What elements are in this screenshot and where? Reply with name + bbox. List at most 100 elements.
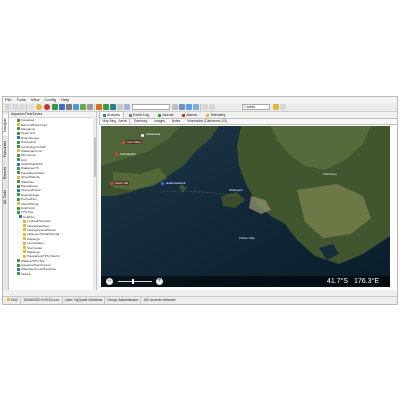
map-view[interactable]: Akatarawa Hutt Valley Paekakariki Karori… — [101, 126, 390, 287]
site-icon — [17, 171, 20, 175]
refresh-icon[interactable] — [5, 104, 11, 110]
period-value: 1 week — [244, 105, 256, 109]
status-user: User: HyQuest Solutions — [63, 296, 106, 304]
map-pin[interactable] — [115, 153, 118, 156]
map-control-bar: − + 41.7°S 176.3°E — [101, 276, 390, 287]
info-icon[interactable] — [186, 104, 192, 110]
site-icon — [17, 206, 20, 210]
pin-label: Akatarawa — [146, 132, 161, 136]
folder-icon — [23, 246, 26, 250]
options-icon[interactable] — [172, 104, 178, 110]
zoom-slider[interactable] — [118, 281, 152, 283]
scrollbar-thumb[interactable] — [93, 137, 96, 177]
status-records: 100 records retrieved — [143, 297, 176, 302]
zoom-icon[interactable] — [124, 104, 130, 110]
station-icon[interactable] — [110, 104, 116, 110]
subtab-3[interactable]: Notes — [168, 118, 183, 124]
map-pin[interactable] — [161, 182, 164, 185]
alarm-icon[interactable] — [44, 104, 50, 110]
settings-icon[interactable] — [117, 104, 123, 110]
moon-icon[interactable] — [28, 104, 34, 110]
folder-icon — [23, 228, 26, 232]
subtab-1[interactable]: Summary — [130, 118, 151, 124]
nav-back-icon[interactable] — [202, 104, 208, 110]
site-icon — [17, 188, 20, 192]
tree-list: Kaiwaiwai Barron/Whitenhead Mangaone Upper … — [9, 118, 96, 276]
zoom-slider-thumb[interactable] — [132, 279, 134, 284]
status-datetime: 10/06/2020 9:03:53 a.m. — [21, 296, 64, 304]
water-icon[interactable] — [73, 104, 79, 110]
subtab-4[interactable]: Information (Catchment 1/2) — [184, 118, 231, 124]
tab-event-log[interactable]: Event Log — [125, 111, 153, 118]
site-icon — [17, 263, 20, 267]
map-pin[interactable] — [122, 141, 125, 144]
site-icon — [17, 162, 20, 166]
chart-icon[interactable] — [52, 104, 58, 110]
site-icon — [17, 145, 20, 149]
status-code: DNC — [11, 297, 19, 302]
site-icon — [17, 127, 20, 131]
status-group: Group: Administrator — [105, 296, 142, 304]
tab-icon — [157, 113, 161, 117]
site-icon — [19, 215, 22, 219]
nav-forward-icon[interactable] — [209, 104, 215, 110]
site-icon — [17, 166, 20, 170]
vtab-reports[interactable]: Reports — [3, 162, 8, 184]
export-icon[interactable] — [96, 104, 102, 110]
vtab-navigate[interactable]: Navigate — [3, 114, 8, 136]
latitude-readout: 41.7°S — [327, 278, 349, 285]
tab-analysis[interactable]: Analysis — [99, 111, 125, 118]
more-icon[interactable] — [280, 104, 286, 110]
map-pin[interactable] — [141, 134, 144, 137]
period-input[interactable] — [132, 104, 170, 110]
map-pin[interactable] — [110, 182, 113, 185]
tab-icon — [182, 113, 186, 117]
vtab-favourites[interactable]: Favourites — [3, 138, 8, 160]
filter-icon[interactable] — [87, 104, 93, 110]
site-icon — [17, 175, 20, 179]
site-icon — [17, 184, 20, 188]
vtab-alt-tools[interactable]: Alt. Tools — [3, 186, 8, 208]
zoom-out-button[interactable]: − — [106, 278, 113, 285]
graph-icon[interactable] — [103, 104, 109, 110]
date-range-input[interactable]: 1 week — [242, 104, 270, 110]
zoom-in-button[interactable]: + — [156, 278, 163, 285]
site-icon — [17, 202, 20, 206]
tools-icon[interactable] — [12, 104, 18, 110]
folder-icon — [23, 224, 26, 228]
application-window: File Tools View Config Help 1 week Navig… — [2, 96, 398, 305]
site-icon — [17, 123, 20, 127]
site-icon — [17, 136, 20, 140]
tab-icon — [103, 113, 106, 117]
tab-alarms[interactable]: Alarms — [178, 111, 201, 118]
place-label: Palliser Bay — [239, 236, 255, 240]
subtab-0[interactable]: Map Bing - Aerial — [99, 118, 131, 124]
site-icon — [17, 153, 20, 157]
folder-icon — [23, 219, 26, 223]
subtab-2[interactable]: Images — [151, 118, 168, 124]
main-panel: Analysis Event Log Journal Alarms Telemetry … — [99, 111, 397, 290]
print-icon[interactable] — [179, 104, 185, 110]
status-code-cell: DNC — [3, 296, 22, 304]
tree-scrollbar[interactable] — [93, 117, 96, 290]
folder-icon — [23, 241, 26, 245]
tree-item[interactable]: Taitoka — [9, 272, 96, 276]
clock-icon[interactable] — [273, 104, 279, 110]
tab-telemetry[interactable]: Telemetry — [202, 111, 229, 118]
pin-label: Hutt Valley — [126, 140, 143, 144]
site-icon — [17, 149, 20, 153]
site-icon — [17, 180, 20, 184]
site-icon — [17, 210, 20, 214]
map-icon[interactable] — [59, 104, 65, 110]
site-icon[interactable] — [80, 104, 86, 110]
undo-icon[interactable] — [19, 104, 25, 110]
folder-icon — [23, 237, 26, 241]
site-tree-panel: AquariusTimeSeries Kaiwaiwai Barron/White… — [9, 112, 97, 290]
pin-label: Karori Hill — [114, 181, 130, 185]
tab-journal[interactable]: Journal — [154, 111, 177, 118]
folder-icon — [23, 250, 26, 254]
table-icon[interactable] — [66, 104, 72, 110]
site-icon — [17, 267, 20, 271]
search-icon[interactable] — [193, 104, 199, 110]
radiation-icon[interactable] — [36, 104, 42, 110]
